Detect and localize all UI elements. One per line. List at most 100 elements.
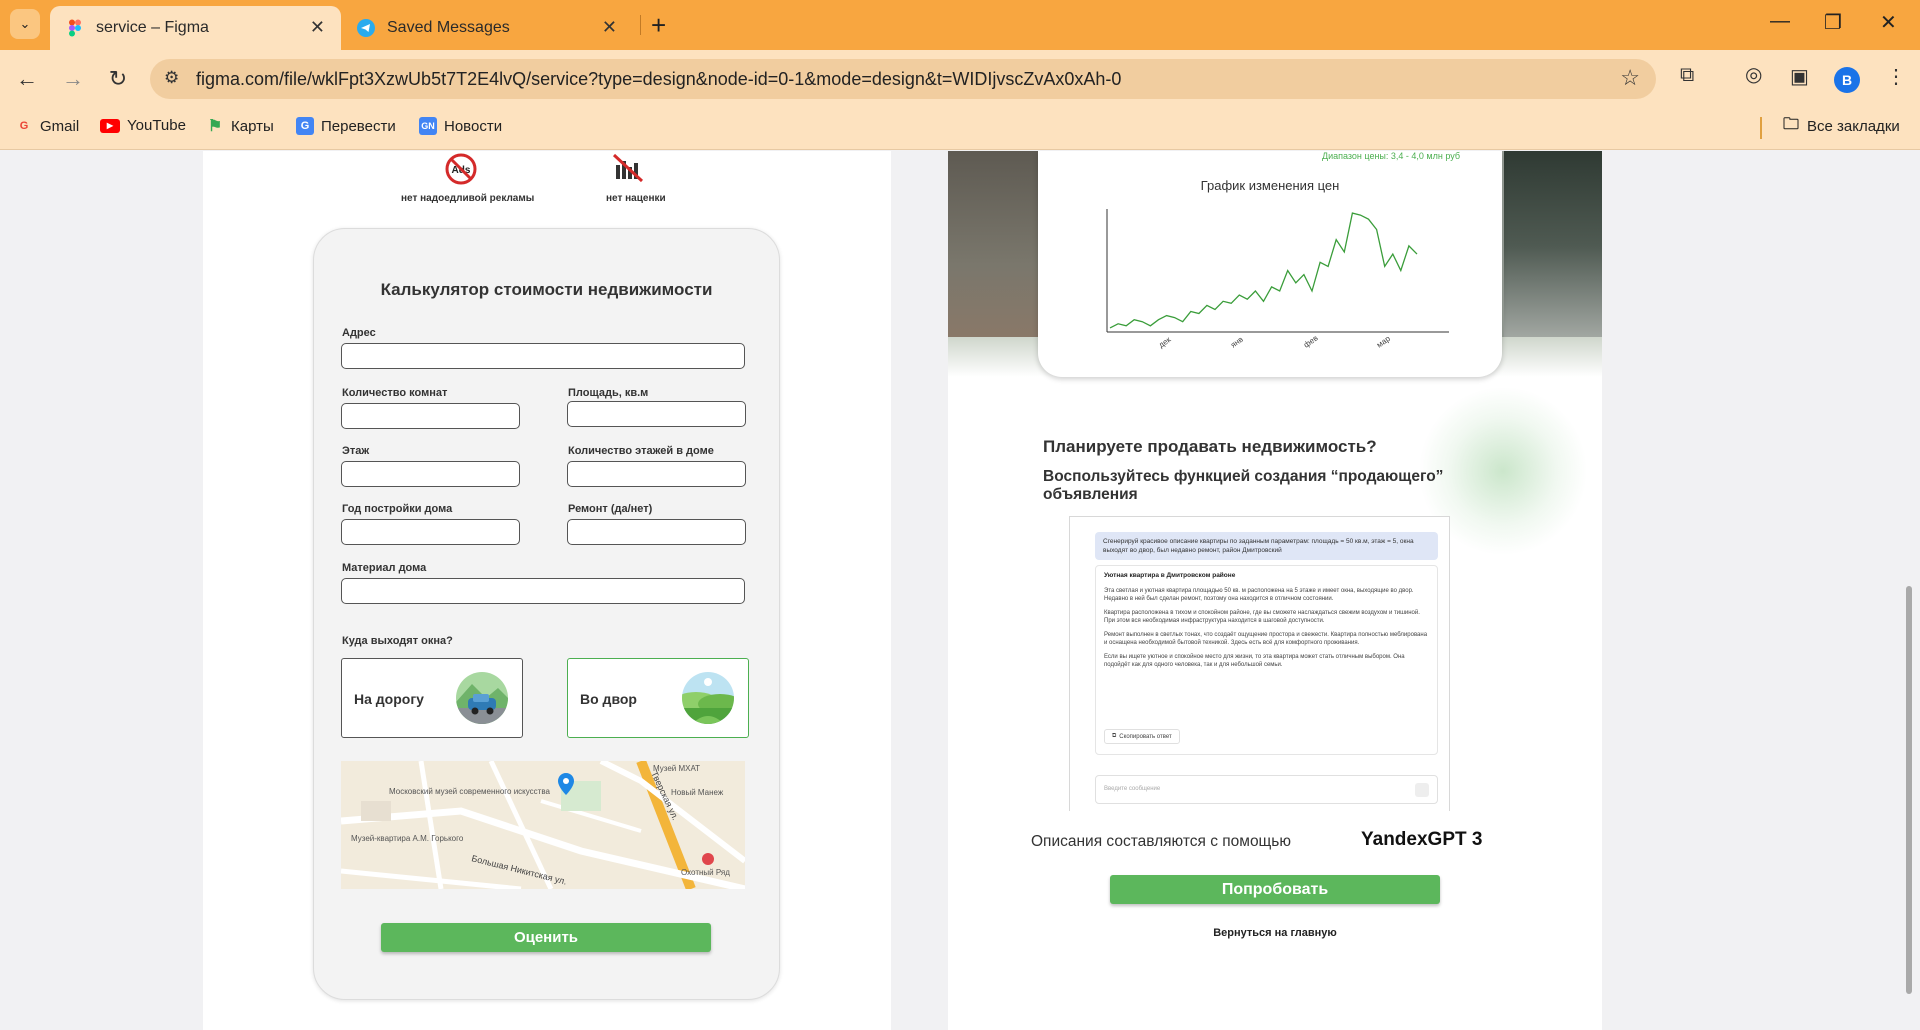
bookmarks-bar: G Gmail ▶ YouTube ⚑ Карты G Перевести GN… (0, 108, 1920, 150)
area-label: Площадь, кв.м (568, 387, 649, 399)
restore-icon[interactable]: ❐ (1824, 10, 1842, 35)
gpt-prompt: Сгенерируй красивое описание квартиры по… (1095, 532, 1438, 560)
x-tick-label: фев (1302, 334, 1320, 350)
yard-landscape-image (682, 672, 734, 724)
bookmark-translate[interactable]: G Перевести (296, 117, 396, 135)
bookmark-star-icon[interactable]: ☆ (1620, 65, 1640, 91)
telegram-icon (357, 19, 375, 37)
performance-icon[interactable]: ◎ (1745, 62, 1762, 87)
road-car-image (456, 672, 508, 724)
rooms-field[interactable] (341, 403, 520, 429)
tab-title: Saved Messages (387, 19, 510, 36)
gpt-input-placeholder: Введите сообщение (1104, 786, 1161, 792)
price-chart: дек янв фев мар (1106, 209, 1449, 350)
bookmark-youtube[interactable]: ▶ YouTube (100, 117, 186, 134)
copy-icon: ⧉ (1112, 733, 1117, 739)
promo-subheading: Воспользуйтесь функцией создания “продаю… (1043, 468, 1444, 503)
bookmark-gmail[interactable]: G Gmail (15, 117, 79, 135)
back-to-main-link[interactable]: Вернуться на главную (1110, 927, 1440, 939)
forward-icon[interactable]: → (56, 62, 90, 96)
gpt-bottom-bar (1069, 811, 1450, 817)
bookmark-label: YouTube (127, 117, 186, 134)
price-chart-card: Диапазон цены: 3,4 - 4,0 млн руб График … (1038, 151, 1502, 377)
tab-telegram[interactable]: Saved Messages ✕ (343, 6, 633, 50)
figma-icon (69, 19, 81, 37)
floor-field[interactable] (341, 461, 520, 487)
gpt-answer: Уютная квартира в Дмитровском районе Эта… (1095, 565, 1438, 755)
url-text[interactable]: figma.com/file/wklFpt3XzwUb5t7T2E4lvQ/se… (196, 69, 1121, 90)
rooms-label: Количество комнат (342, 387, 448, 399)
windows-question: Куда выходят окна? (342, 635, 453, 647)
all-bookmarks[interactable]: 🗀 Все закладки (1782, 115, 1900, 135)
map-label: Охотный Ряд (681, 868, 730, 877)
bookmark-news[interactable]: GN Новости (419, 117, 502, 135)
gpt-paragraph: Если вы ищете уютное и спокойное место д… (1104, 654, 1405, 668)
repair-field[interactable] (567, 519, 746, 545)
back-icon[interactable]: ← (10, 62, 44, 96)
tab-divider (640, 15, 641, 35)
map-label: Новый Манеж (671, 788, 724, 797)
bookmark-label: Все закладки (1807, 117, 1900, 135)
tab-search-button[interactable]: ⌄ (10, 9, 40, 39)
repair-label: Ремонт (да/нет) (568, 503, 653, 515)
try-button[interactable]: Попробовать (1110, 875, 1440, 904)
map-label: Московский музей современного искусства (389, 787, 551, 796)
map-image: Московский музей современного искусства … (341, 761, 745, 889)
close-icon[interactable]: ✕ (602, 17, 617, 38)
map-label: Музей-квартира А.М. Горького (351, 834, 464, 843)
extensions-icon[interactable]: ⧉ (1680, 64, 1694, 87)
new-tab-button[interactable]: + (651, 10, 666, 40)
map-widget[interactable]: Московский музей современного искусства … (341, 761, 745, 889)
folder-icon: 🗀 (1782, 115, 1799, 133)
menu-icon[interactable]: ⋮ (1886, 64, 1906, 89)
close-icon[interactable]: ✕ (310, 17, 325, 38)
feature-label: нет надоедливой рекламы (401, 193, 535, 204)
description-text: Описания составляются с помощью (1031, 833, 1292, 850)
feature-label: нет наценки (606, 193, 666, 204)
side-panel-icon[interactable]: ▣ (1790, 64, 1809, 89)
reload-icon[interactable]: ↻ (101, 62, 135, 96)
send-icon (1415, 783, 1429, 797)
address-field[interactable] (341, 343, 745, 369)
yandexgpt-brand: YandexGPT 3 (1361, 829, 1483, 850)
gpt-screenshot: Сгенерируй красивое описание квартиры по… (1069, 516, 1450, 817)
gpt-paragraph: Эта светлая и уютная квартира площадью 5… (1104, 588, 1414, 602)
area-field[interactable] (567, 401, 746, 427)
price-series-line (1109, 212, 1418, 329)
year-field[interactable] (341, 519, 520, 545)
tab-bar: ⌄ service – Figma ✕ Saved Messages ✕ + —… (0, 0, 1920, 50)
site-settings-icon[interactable]: ⚙ (164, 68, 179, 88)
gpt-answer-title: Уютная квартира в Дмитровском районе (1104, 572, 1236, 579)
x-tick-label: янв (1229, 335, 1245, 350)
tab-title: service – Figma (96, 19, 209, 36)
copy-answer-button: ⧉ Скопировать ответ (1104, 729, 1180, 744)
minimize-icon[interactable]: — (1770, 10, 1790, 33)
copy-label: Скопировать ответ (1119, 733, 1172, 740)
evaluate-button[interactable]: Оценить (381, 923, 711, 952)
youtube-icon: ▶ (100, 118, 120, 133)
floor-label: Этаж (342, 445, 370, 457)
translate-icon: G (296, 117, 314, 135)
scrollbar[interactable] (1906, 586, 1912, 994)
floors-total-field[interactable] (567, 461, 746, 487)
material-field[interactable] (341, 578, 745, 604)
floors-total-label: Количество этажей в доме (568, 445, 714, 457)
address-bar[interactable]: ⚙ figma.com/file/wklFpt3XzwUb5t7T2E4lvQ/… (150, 59, 1656, 99)
bookmark-maps[interactable]: ⚑ Карты (206, 117, 274, 136)
avatar[interactable]: B (1834, 67, 1860, 93)
window-close-icon[interactable]: ✕ (1880, 10, 1897, 35)
gmail-icon: G (19, 120, 29, 132)
no-markup-icon (612, 153, 644, 183)
x-tick-label: мар (1375, 334, 1392, 350)
option-road[interactable]: На дорогу (341, 658, 523, 738)
address-label: Адрес (342, 327, 376, 339)
bookmark-label: Перевести (321, 117, 396, 135)
figma-canvas[interactable]: Ads нет надоедливой рекламы нет наценки … (0, 151, 1920, 1030)
tab-figma[interactable]: service – Figma ✕ (50, 6, 341, 50)
no-ads-icon: Ads (445, 153, 477, 185)
option-yard[interactable]: Во двор (567, 658, 749, 738)
calculator-card: Калькулятор стоимости недвижимости Адрес… (313, 228, 780, 1000)
news-icon: GN (419, 117, 437, 135)
bookmark-label: Новости (444, 117, 503, 135)
gpt-input: Введите сообщение (1095, 775, 1438, 804)
